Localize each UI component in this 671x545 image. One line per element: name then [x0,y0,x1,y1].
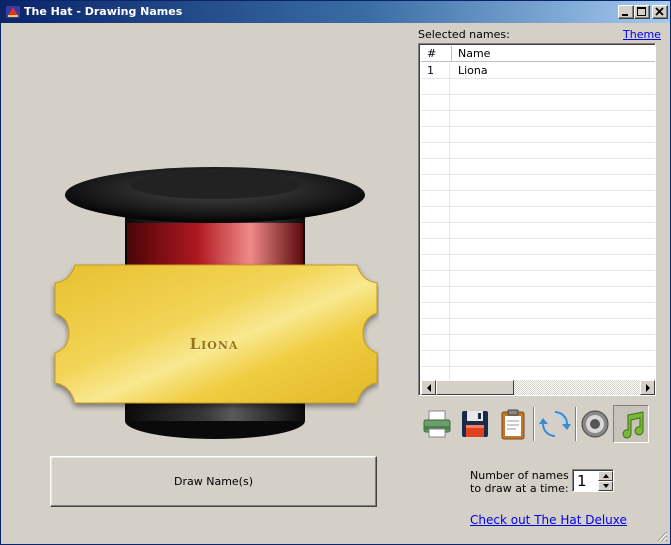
list-header: # Name [421,46,655,62]
draw-count-label: Number of names to draw at a time: [470,469,569,495]
refresh-icon [539,411,571,437]
selected-names-label: Selected names: [418,28,510,41]
hat-illustration: Liona [49,161,379,451]
music-button[interactable] [613,405,649,443]
scrollbar-thumb[interactable] [436,380,514,395]
toolbar-separator [533,407,535,441]
minimize-icon [622,14,628,16]
column-header-name[interactable]: Name [452,46,655,62]
clipboard-icon [501,409,525,440]
hat-graphic [54,167,378,439]
increment-button[interactable] [598,471,613,481]
print-button[interactable] [419,405,455,443]
ticket-name: Liona [189,335,239,353]
row-name: Liona [458,64,488,77]
arrow-down-icon [603,484,609,488]
window-title: The Hat - Drawing Names [24,5,183,18]
app-icon [6,6,20,18]
table-row[interactable]: 1 Liona [421,63,655,79]
copy-to-clipboard-button[interactable] [495,405,531,443]
resize-grip-icon[interactable] [656,530,668,542]
close-icon [655,7,664,16]
close-button[interactable] [652,5,668,19]
draw-count-label-line1: Number of names [470,469,569,482]
column-header-number[interactable]: # [421,46,452,62]
row-number: 1 [427,64,434,77]
arrow-right-icon [646,384,650,392]
grid-lines [421,63,655,380]
arrow-left-icon [427,384,431,392]
selected-names-list[interactable]: # Name 1 Liona [418,43,656,396]
draw-names-button[interactable]: Draw Name(s) [50,456,377,507]
scroll-right-button[interactable] [640,380,655,395]
print-icon [423,410,451,438]
deluxe-link[interactable]: Check out The Hat Deluxe [470,513,627,527]
maximize-icon [637,7,646,16]
sound-button[interactable] [577,405,613,443]
minimize-button[interactable] [618,5,634,19]
toolbar [419,405,655,445]
save-button[interactable] [457,405,493,443]
draw-count-value[interactable]: 1 [577,472,587,490]
decrement-button[interactable] [598,481,613,491]
arrow-up-icon [603,474,609,478]
draw-count-label-line2: to draw at a time: [470,482,569,495]
client-area: Liona Draw Name(s) Selected names: Theme… [1,23,670,544]
scroll-left-button[interactable] [421,380,436,395]
sound-icon [581,410,609,438]
title-bar[interactable]: The Hat - Drawing Names [1,1,670,23]
grid-column-divider [449,63,450,380]
music-icon [622,411,644,439]
save-icon [462,411,488,437]
maximize-button[interactable] [634,5,650,19]
draw-count-stepper[interactable]: 1 [572,469,614,492]
horizontal-scrollbar[interactable] [421,380,655,395]
theme-link[interactable]: Theme [623,28,661,41]
app-window: The Hat - Drawing Names Liona Draw Name(… [0,0,671,545]
reset-button[interactable] [537,405,573,443]
